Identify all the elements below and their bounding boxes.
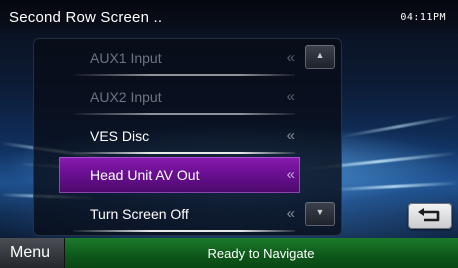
scroll-down-button[interactable]: ▼ (305, 202, 335, 226)
divider (73, 152, 295, 154)
list-item-turn-screen-off[interactable]: Turn Screen Off « (59, 196, 300, 232)
background-streak (330, 181, 458, 192)
list-item-label: AUX1 Input (90, 50, 162, 66)
list-item-aux1-input[interactable]: AUX1 Input « (59, 40, 300, 76)
scroll-up-button[interactable]: ▲ (305, 45, 335, 69)
list-item-head-unit-av-out[interactable]: Head Unit AV Out « (59, 157, 300, 193)
chevron-left-icon: « (286, 127, 296, 144)
list-item-label: VES Disc (90, 128, 150, 144)
back-button[interactable] (408, 203, 452, 229)
chevron-left-icon: « (286, 88, 296, 105)
page-title: Second Row Screen .. (9, 9, 163, 26)
status-text: Ready to Navigate (207, 246, 315, 261)
list-item-label: Turn Screen Off (90, 206, 189, 222)
divider (73, 113, 295, 115)
menu-button-label: Menu (10, 244, 51, 261)
screen-background: Second Row Screen .. 04:11PM AUX1 Input … (0, 0, 458, 268)
chevron-left-icon: « (286, 166, 296, 183)
list-item-ves-disc[interactable]: VES Disc « (59, 118, 300, 154)
chevron-left-icon: « (286, 205, 296, 222)
background-streak (340, 114, 458, 139)
arrow-up-icon: ▲ (315, 50, 325, 60)
list-item-label: Head Unit AV Out (90, 167, 200, 183)
list-item-aux2-input[interactable]: AUX2 Input « (59, 79, 300, 115)
divider (73, 230, 295, 232)
clock: 04:11PM (400, 12, 446, 23)
arrow-down-icon: ▼ (315, 207, 325, 217)
list-item-label: AUX2 Input (90, 89, 162, 105)
title-bar: Second Row Screen .. 04:11PM (0, 0, 458, 34)
chevron-left-icon: « (286, 49, 296, 66)
divider (73, 74, 295, 76)
menu-button[interactable]: Menu (0, 238, 64, 268)
